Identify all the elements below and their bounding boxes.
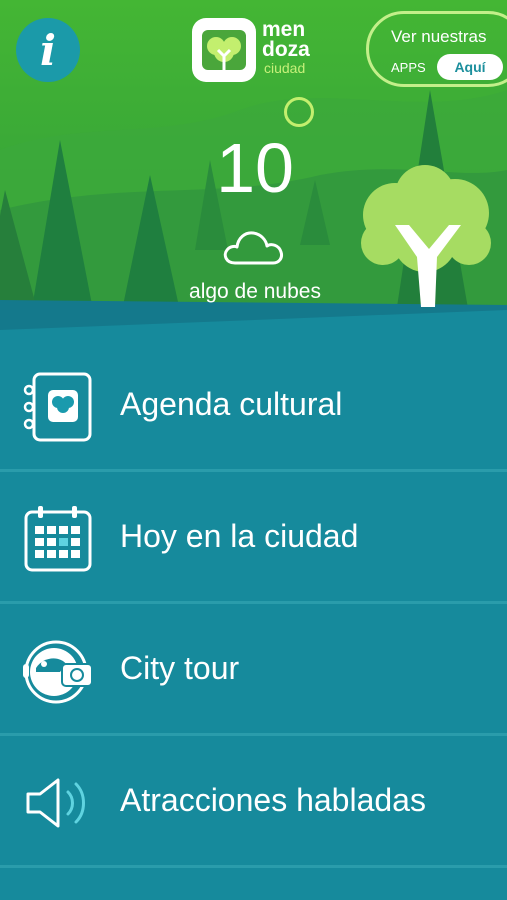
aqui-button[interactable]: Aquí (437, 54, 503, 80)
apps-banner[interactable]: Ver nuestras APPS Aquí (366, 11, 507, 87)
tree-illustration-icon (361, 165, 491, 307)
menu-item-hoy-en-la-ciudad[interactable]: Hoy en la ciudad (0, 472, 507, 604)
weather-condition: algo de nubes (189, 280, 321, 303)
logo-mark-icon (192, 18, 256, 82)
menu-item-label: Atracciones habladas (120, 782, 426, 818)
logo-word-men: men (262, 18, 306, 41)
agenda-icon (23, 372, 92, 442)
info-button[interactable]: i (16, 18, 80, 82)
header-banner: i men doza ciudad Ver nuestras APPS Aquí… (0, 0, 507, 330)
menu-item-city-tour[interactable]: City tour (0, 604, 507, 736)
mendoza-logo: men doza ciudad (190, 16, 330, 86)
sun-ring-decoration (284, 97, 314, 127)
logo-word-doza: doza (262, 38, 310, 61)
main-menu: Agenda cultural Hoy en la ciudad City to (0, 340, 507, 868)
tour-bus-icon (23, 640, 93, 704)
calendar-icon (24, 506, 92, 572)
menu-item-label: Agenda cultural (120, 386, 343, 422)
temperature-value: 10 (216, 129, 294, 207)
info-icon: i (40, 25, 56, 75)
speaker-icon (26, 778, 85, 828)
cloud-icon (223, 231, 283, 265)
menu-item-agenda-cultural[interactable]: Agenda cultural (0, 340, 507, 472)
apps-banner-title: Ver nuestras (391, 27, 487, 46)
menu-item-label: Hoy en la ciudad (120, 518, 359, 554)
logo-word-ciudad: ciudad (264, 60, 306, 76)
apps-banner-label: APPS (391, 60, 426, 75)
menu-item-label: City tour (120, 650, 240, 686)
menu-item-atracciones-habladas[interactable]: Atracciones habladas (0, 736, 507, 868)
